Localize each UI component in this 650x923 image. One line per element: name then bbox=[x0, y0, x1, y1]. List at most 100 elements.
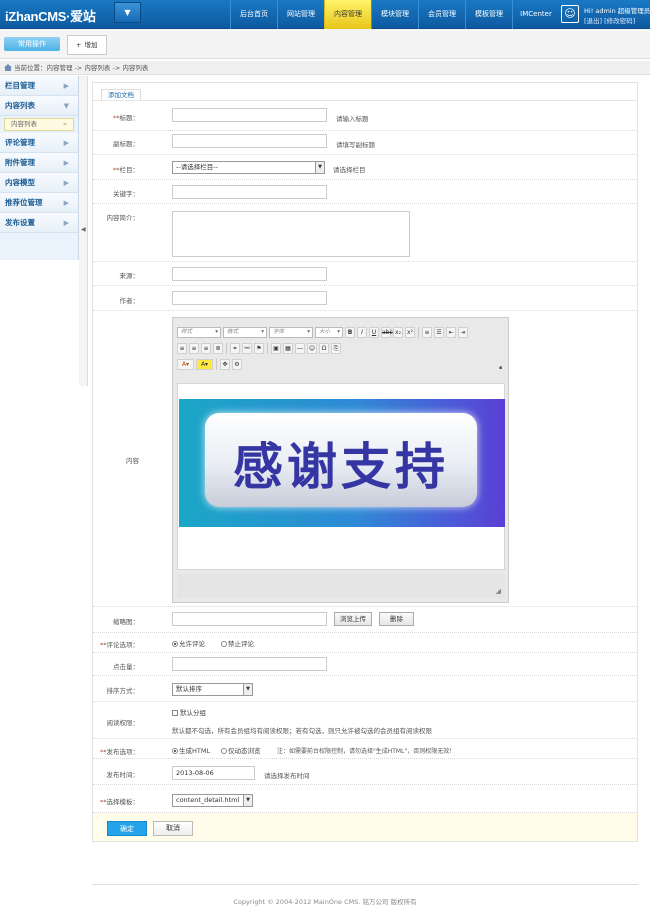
comment-label: **评论选项： bbox=[100, 641, 139, 649]
link-icon[interactable]: ⚭ bbox=[230, 343, 240, 354]
sidebar-item-recommend[interactable]: 推荐位管理 ▶ bbox=[0, 193, 78, 213]
special-char-icon[interactable]: Ω bbox=[319, 343, 329, 354]
column-select[interactable]: --请选择栏目-- ▼ bbox=[172, 161, 325, 174]
form-row-subtitle: 副标题： 请填写副标题 bbox=[93, 131, 637, 155]
comment-forbid-radio[interactable]: 禁止评论 bbox=[221, 638, 254, 648]
numbered-list-icon[interactable]: ≡ bbox=[422, 327, 432, 338]
home-icon bbox=[4, 64, 12, 71]
checkbox-icon bbox=[172, 710, 178, 716]
common-ops-tab[interactable]: 常用操作 bbox=[4, 37, 60, 51]
add-button[interactable]: + 增加 bbox=[67, 35, 107, 55]
subtitle-input[interactable] bbox=[172, 134, 327, 148]
template-select[interactable]: content_detail.html ▼ bbox=[172, 794, 253, 807]
time-input[interactable]: 2013-08-06 bbox=[172, 766, 255, 780]
sidebar-item-models[interactable]: 内容模型 ▶ bbox=[0, 173, 78, 193]
anchor-icon[interactable]: ⚑ bbox=[254, 343, 264, 354]
summary-label: 内容简介： bbox=[106, 214, 140, 222]
chevron-down-icon: ▼ bbox=[63, 102, 69, 110]
image-icon[interactable]: ▣ bbox=[271, 343, 281, 354]
superscript-icon[interactable]: x² bbox=[405, 327, 415, 338]
summary-textarea[interactable] bbox=[172, 211, 410, 257]
user-icon: ☺ bbox=[561, 5, 579, 23]
bullet-list-icon[interactable]: ☰ bbox=[434, 327, 444, 338]
sidebar-item-comments[interactable]: 评论管理 ▶ bbox=[0, 133, 78, 153]
sort-select[interactable]: 默认排序 ▼ bbox=[172, 683, 253, 696]
sidebar-item-content-list[interactable]: 内容列表 ▼ bbox=[0, 96, 78, 116]
title-input[interactable] bbox=[172, 108, 327, 122]
sidebar-collapse-handle[interactable]: ◀ bbox=[79, 76, 88, 386]
column-select-value: --请选择栏目-- bbox=[176, 163, 218, 171]
sidebar-item-attachments[interactable]: 附件管理 ▶ bbox=[0, 153, 78, 173]
nav-site[interactable]: 网站管理 bbox=[277, 0, 324, 29]
hr-icon[interactable]: ― bbox=[295, 343, 305, 354]
bg-color-icon[interactable]: A▾ bbox=[196, 359, 213, 370]
form-row-author: 作者： bbox=[93, 286, 637, 311]
form-row-column: **栏目： --请选择栏目-- ▼ 请选择栏目 bbox=[93, 155, 637, 180]
tab-add-document[interactable]: 添加文档 bbox=[101, 89, 141, 100]
bold-icon[interactable]: B bbox=[345, 327, 355, 338]
divider bbox=[93, 100, 637, 101]
style-combo[interactable]: 样式 bbox=[177, 327, 221, 338]
radio-unchecked-icon bbox=[221, 748, 227, 754]
nav-home[interactable]: 后台首页 bbox=[230, 0, 277, 29]
delete-button[interactable]: 删除 bbox=[379, 612, 414, 626]
indent-icon[interactable]: ⇥ bbox=[458, 327, 468, 338]
unlink-icon[interactable]: ⚯ bbox=[242, 343, 252, 354]
perm-default-checkbox[interactable]: 默认分组 bbox=[172, 707, 206, 717]
confirm-button[interactable]: 确定 bbox=[107, 821, 147, 836]
thumb-input[interactable] bbox=[172, 612, 327, 626]
toolbar-separator bbox=[267, 343, 268, 354]
logo-dropdown-button[interactable]: ▼ bbox=[114, 2, 141, 23]
strike-icon[interactable]: abc bbox=[381, 327, 393, 338]
nav-member[interactable]: 会员管理 bbox=[418, 0, 465, 29]
source-input[interactable] bbox=[172, 267, 327, 281]
form-row-comment: **评论选项： 允许评论 禁止评论 bbox=[93, 633, 637, 653]
rich-text-editor: 样式 格式 字体 大小 B I U abc x₂ x² ≡ ☰ ⇤ ⇥ ≡ ≡ … bbox=[172, 317, 509, 603]
perm-label: 阅读权限： bbox=[106, 719, 140, 727]
editor-content-area[interactable]: 感谢支持 bbox=[177, 383, 505, 570]
italic-icon[interactable]: I bbox=[357, 327, 367, 338]
chevron-down-icon: ▼ bbox=[315, 162, 324, 173]
pagebreak-icon[interactable]: ⎘ bbox=[331, 343, 341, 354]
format-combo[interactable]: 格式 bbox=[223, 327, 267, 338]
upload-button[interactable]: 浏览上传 bbox=[334, 612, 372, 626]
nav-content[interactable]: 内容管理 bbox=[324, 0, 371, 29]
size-combo[interactable]: 大小 bbox=[315, 327, 343, 338]
sort-select-value: 默认排序 bbox=[176, 685, 202, 693]
justify-icon[interactable]: ≣ bbox=[213, 343, 223, 354]
toolbar-separator bbox=[216, 359, 217, 370]
align-left-icon[interactable]: ≡ bbox=[177, 343, 187, 354]
comment-allow-radio[interactable]: 允许评论 bbox=[172, 638, 205, 648]
user-links[interactable]: [退出] [修改密码] bbox=[584, 15, 635, 25]
author-input[interactable] bbox=[172, 291, 327, 305]
smiley-icon[interactable]: ☺ bbox=[307, 343, 317, 354]
hits-input[interactable] bbox=[172, 657, 327, 671]
breadcrumb-text: 当前位置：内容管理 -> 内容列表 -> 内容列表 bbox=[14, 64, 149, 72]
publish-dynamic-radio[interactable]: 仅动态浏览 bbox=[221, 745, 261, 755]
sidebar-subitem-content-list[interactable]: 内容列表 » bbox=[4, 118, 74, 131]
maximize-icon[interactable]: ✥ bbox=[220, 359, 230, 370]
font-combo[interactable]: 字体 bbox=[269, 327, 313, 338]
resize-handle-icon[interactable]: ◢ bbox=[496, 587, 501, 595]
title-label: **标题： bbox=[113, 114, 139, 122]
nav-module[interactable]: 模块管理 bbox=[371, 0, 418, 29]
sidebar-item-columns[interactable]: 栏目管理 ▶ bbox=[0, 76, 78, 96]
outdent-icon[interactable]: ⇤ bbox=[446, 327, 456, 338]
keywords-input[interactable] bbox=[172, 185, 327, 199]
underline-icon[interactable]: U bbox=[369, 327, 379, 338]
sidebar-item-publish[interactable]: 发布设置 ▶ bbox=[0, 213, 78, 233]
table-icon[interactable]: ▦ bbox=[283, 343, 293, 354]
text-color-icon[interactable]: A▾ bbox=[177, 359, 194, 370]
form-row-publish: **发布选项： 生成HTML 仅动态浏览 注：如需要前台权限控制，请勿选择"生成… bbox=[93, 739, 637, 759]
align-center-icon[interactable]: ≡ bbox=[189, 343, 199, 354]
subscript-icon[interactable]: x₂ bbox=[393, 327, 403, 338]
align-right-icon[interactable]: ≡ bbox=[201, 343, 211, 354]
source-icon[interactable]: ⚙ bbox=[232, 359, 242, 370]
toolbar-collapse-icon[interactable]: ▪ bbox=[499, 365, 502, 371]
nav-imcenter[interactable]: IMCenter bbox=[512, 0, 559, 29]
chevron-right-icon: ▶ bbox=[63, 179, 69, 187]
cancel-button[interactable]: 取消 bbox=[153, 821, 193, 836]
nav-template[interactable]: 模板管理 bbox=[465, 0, 512, 29]
toolbar-separator bbox=[418, 327, 419, 338]
publish-static-radio[interactable]: 生成HTML bbox=[172, 745, 210, 755]
